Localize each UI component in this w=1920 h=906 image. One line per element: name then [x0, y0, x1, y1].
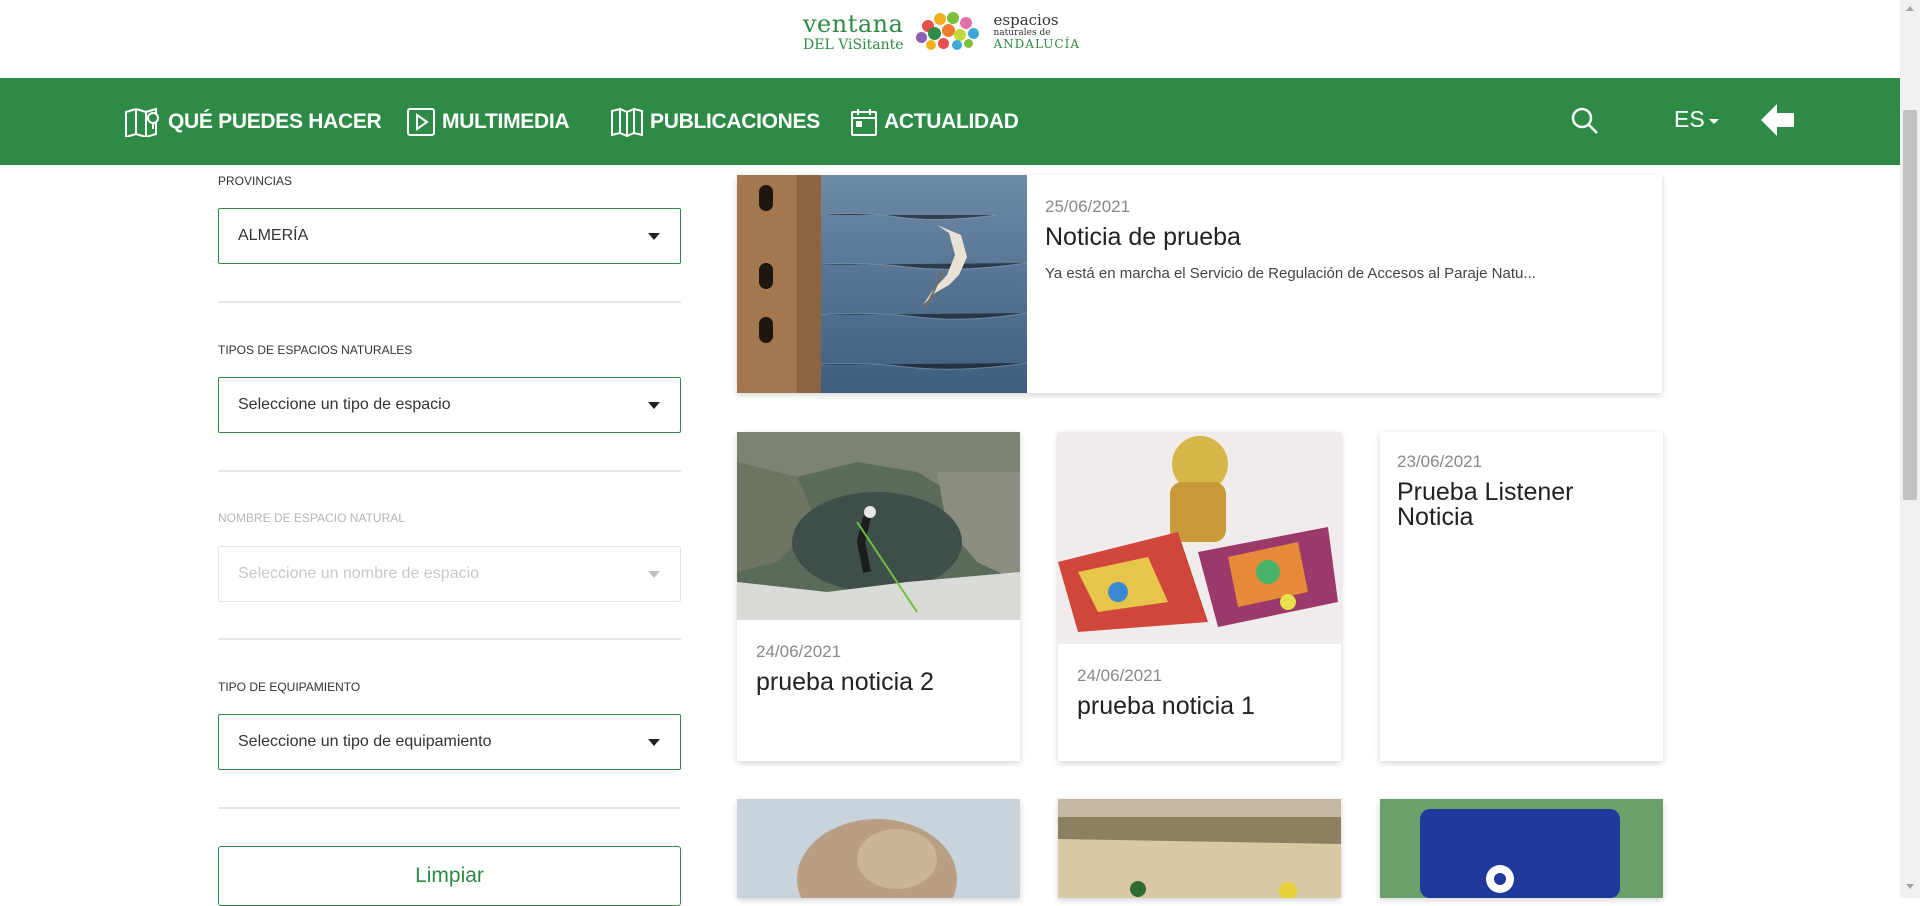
tipo-equipamiento-select[interactable]: Seleccione un tipo de equipamiento	[218, 714, 681, 770]
news-date: 25/06/2021	[1045, 197, 1131, 216]
dropdown-arrow-icon	[648, 739, 660, 746]
nav-label: QUÉ PUEDES HACER	[168, 109, 382, 133]
tipo-equipamiento-label: TIPO DE EQUIPAMIENTO	[218, 680, 361, 694]
news-image	[1058, 432, 1341, 644]
news-image	[737, 432, 1020, 620]
news-title: Prueba Listener Noticia	[1397, 478, 1574, 531]
news-card[interactable]: 24/06/2021 prueba noticia 1	[1058, 432, 1341, 761]
nav-item-multimedia[interactable]: MULTIMEDIA	[406, 78, 570, 165]
news-title: prueba noticia 1	[1077, 692, 1255, 720]
scrollbar-thumb[interactable]	[1903, 110, 1917, 500]
news-card[interactable]	[1058, 799, 1341, 898]
news-card[interactable]: 23/06/2021 Prueba Listener Noticia	[1380, 432, 1663, 761]
scroll-down-icon[interactable]	[1906, 884, 1914, 889]
news-date: 24/06/2021	[756, 642, 842, 661]
back-arrow-icon[interactable]	[1757, 100, 1797, 140]
provincias-select[interactable]: ALMERÍA	[218, 208, 681, 264]
chevron-down-icon	[1708, 119, 1719, 124]
nombre-espacio-label: NOMBRE DE ESPACIO NATURAL	[218, 511, 405, 525]
nav-label: MULTIMEDIA	[442, 109, 570, 133]
logo-wordmark: ventana DEL ViSitante	[803, 12, 904, 52]
logo-right-line1: espacios	[993, 11, 1059, 30]
tipos-espacios-label: TIPOS DE ESPACIOS NATURALES	[218, 343, 413, 357]
dropdown-arrow-icon	[648, 571, 660, 578]
news-date: 23/06/2021	[1397, 452, 1483, 471]
provincias-value: ALMERÍA	[238, 227, 309, 244]
dropdown-arrow-icon	[648, 402, 660, 409]
nav-item-actualidad[interactable]: ACTUALIDAD	[850, 78, 1019, 165]
filter-divider	[218, 807, 681, 809]
news-image	[737, 799, 1020, 898]
news-date: 24/06/2021	[1077, 666, 1163, 685]
news-card[interactable]	[737, 799, 1020, 898]
nombre-espacio-select[interactable]: Seleccione un nombre de espacio	[218, 546, 681, 602]
scroll-up-icon[interactable]	[1906, 6, 1914, 11]
page-scrollbar[interactable]	[1900, 0, 1920, 898]
tipos-espacios-select[interactable]: Seleccione un tipo de espacio	[218, 377, 681, 433]
filter-divider	[218, 638, 681, 640]
search-icon[interactable]	[1570, 106, 1600, 136]
play-icon	[407, 107, 435, 136]
map-pin-icon	[125, 107, 159, 137]
site-logo[interactable]: ventana DEL ViSitante espacios naturales…	[803, 10, 1080, 54]
nav-item-publicaciones[interactable]: PUBLICACIONES	[610, 78, 820, 165]
news-image	[1058, 799, 1341, 898]
nav-label: ACTUALIDAD	[884, 109, 1019, 133]
news-image	[1380, 799, 1663, 898]
logo-line2: DEL ViSitante	[803, 37, 904, 53]
dropdown-arrow-icon	[648, 233, 660, 240]
filter-divider	[218, 301, 681, 303]
tipo-equipamiento-value: Seleccione un tipo de equipamiento	[238, 733, 492, 750]
header-logo-bar: ventana DEL ViSitante espacios naturales…	[0, 0, 1900, 78]
calendar-icon	[851, 108, 877, 136]
tree-logo-icon	[914, 10, 984, 54]
news-card[interactable]: 24/06/2021 prueba noticia 2	[737, 432, 1020, 761]
provincias-label: PROVINCIAS	[218, 174, 293, 188]
nav-item-que-puedes-hacer[interactable]: QUÉ PUEDES HACER	[124, 78, 382, 165]
news-image	[737, 175, 1027, 393]
language-selector[interactable]: ES	[1674, 106, 1719, 133]
language-label: ES	[1674, 106, 1705, 132]
news-title: prueba noticia 2	[756, 668, 934, 696]
logo-andalucia: espacios naturales de ANDALUCÍA	[993, 11, 1080, 52]
news-card[interactable]	[1380, 799, 1663, 898]
main-nav: QUÉ PUEDES HACER MULTIMEDIA PUBLICACIONE…	[0, 78, 1900, 165]
book-icon	[611, 106, 643, 137]
logo-right-line3: ANDALUCÍA	[993, 37, 1080, 52]
news-excerpt: Ya está en marcha el Servicio de Regulac…	[1045, 265, 1536, 282]
nombre-espacio-value: Seleccione un nombre de espacio	[238, 565, 480, 582]
news-title: Noticia de prueba	[1045, 223, 1241, 251]
logo-line1: ventana	[803, 10, 904, 38]
tipos-espacios-value: Seleccione un tipo de espacio	[238, 396, 451, 413]
nav-label: PUBLICACIONES	[650, 109, 820, 133]
filter-divider	[218, 470, 681, 472]
news-card-featured[interactable]: 25/06/2021 Noticia de prueba Ya está en …	[737, 175, 1662, 393]
clear-button[interactable]: Limpiar	[218, 846, 681, 906]
